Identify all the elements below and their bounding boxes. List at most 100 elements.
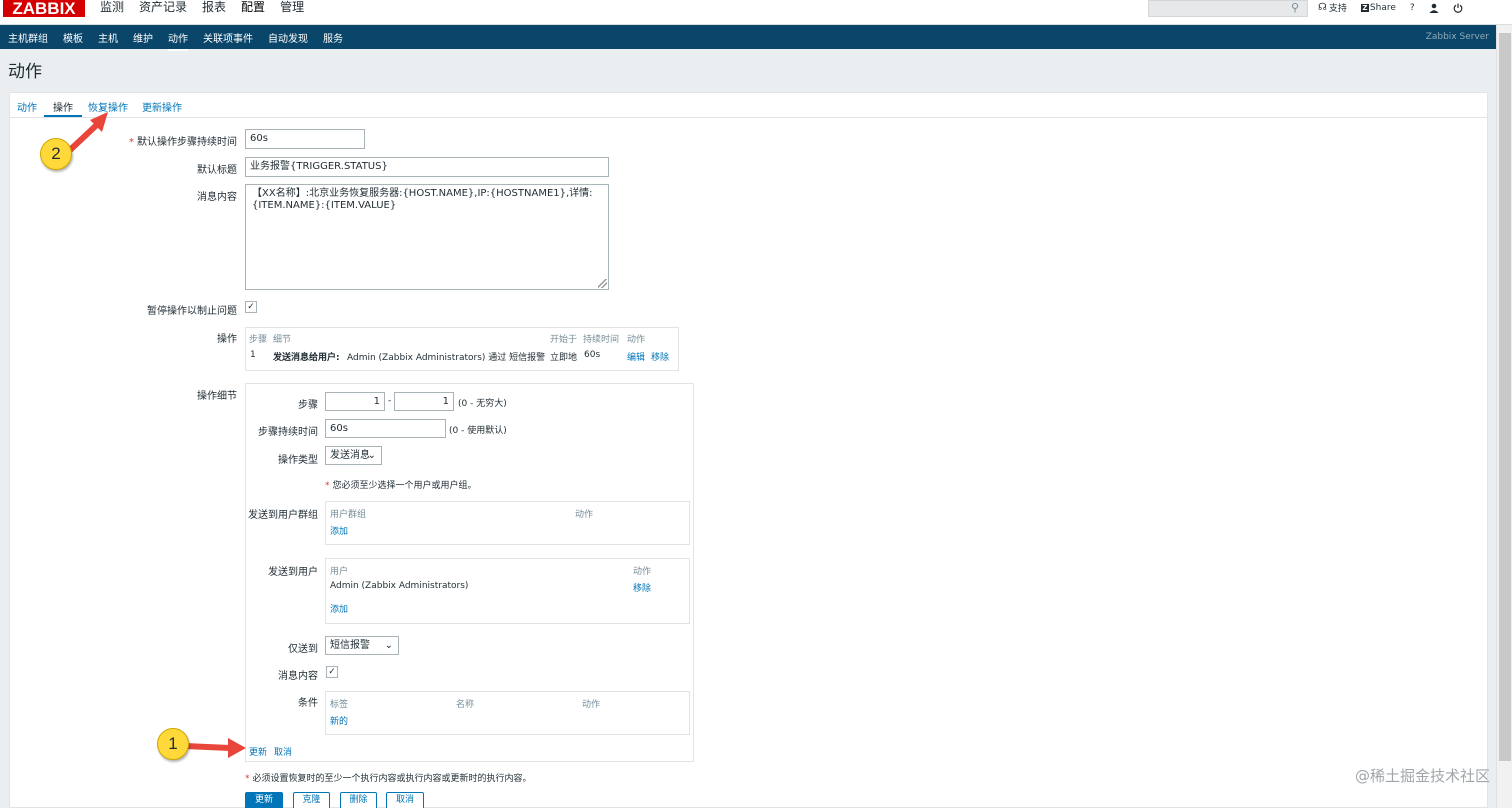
recovery-required-note: * 必须设置恢复时的至少一个执行内容或执行内容或更新时的执行内容。: [245, 774, 532, 784]
default-subject-label: 默认标题: [197, 165, 237, 176]
page-title: 动作: [8, 62, 42, 82]
step-duration-label: 步骤持续时间: [258, 427, 318, 438]
resize-handle-icon[interactable]: [598, 279, 607, 288]
user-groups-header: 用户群组: [330, 510, 367, 520]
subnav-event-correlation[interactable]: 关联项事件: [203, 30, 253, 45]
share-icon: Z: [1360, 3, 1369, 12]
default-step-duration-input[interactable]: 60s: [245, 129, 365, 149]
tab-bar: [9, 92, 1488, 118]
operations-label: 操作: [217, 334, 237, 345]
zabbix-logo[interactable]: ZABBIX: [3, 0, 85, 17]
conditions-header-name: 名称: [456, 700, 475, 710]
menu-monitoring[interactable]: 监测: [100, 0, 124, 14]
operations-header-step: 步骤: [249, 335, 268, 345]
user-icon[interactable]: [1429, 3, 1439, 13]
subnav-hosts[interactable]: 主机: [98, 30, 118, 45]
message-label: 消息内容: [197, 192, 237, 203]
operation-details-label: 操作细节: [197, 391, 237, 402]
subnav-templates[interactable]: 模板: [63, 30, 83, 45]
default-message-checkbox[interactable]: ✓: [326, 666, 338, 678]
details-update-link[interactable]: 更新: [249, 745, 267, 758]
server-name: Zabbix Server: [1425, 32, 1489, 42]
steps-label: 步骤: [298, 400, 318, 411]
users-header: 用户: [330, 567, 349, 577]
cancel-button[interactable]: 取消: [386, 792, 424, 808]
scrollbar-thumb[interactable]: [1499, 33, 1511, 761]
tab-update-operations[interactable]: 更新操作: [142, 99, 182, 114]
annotation-arrow-1: [182, 738, 246, 758]
subnav-host-groups[interactable]: 主机群组: [8, 30, 48, 45]
annotation-marker-1: 1: [157, 728, 189, 760]
delete-button[interactable]: 删除: [340, 792, 377, 808]
search-input[interactable]: ⚲: [1148, 0, 1308, 17]
subnav-discovery[interactable]: 自动发现: [268, 30, 308, 45]
operation-type-select[interactable]: 发送消息 ⌄: [325, 446, 382, 465]
add-user-link[interactable]: 添加: [330, 602, 348, 615]
details-cancel-link[interactable]: 取消: [274, 745, 292, 758]
vertical-scrollbar[interactable]: [1496, 25, 1512, 808]
conditions-header-action: 动作: [582, 700, 601, 710]
user-groups-action-header: 动作: [575, 510, 594, 520]
operation-duration-cell: 60s: [584, 350, 601, 360]
chevron-down-icon: ⌄: [384, 640, 393, 651]
conditions-header-label: 标签: [330, 700, 349, 710]
conditions-table: [325, 691, 690, 735]
operation-start-cell: 立即地: [550, 353, 578, 363]
send-to-groups-label: 发送到用户群组: [248, 510, 318, 521]
pause-operations-checkbox[interactable]: ✓: [245, 301, 257, 313]
operation-step-cell: 1: [250, 350, 256, 360]
help-link[interactable]: ?: [1410, 3, 1415, 13]
share-link[interactable]: Z Share: [1360, 3, 1396, 13]
operation-detail-bold: 发送消息给用户:: [273, 353, 340, 363]
search-icon[interactable]: ⚲: [1291, 1, 1303, 15]
default-step-duration-label: * 默认操作步骤持续时间: [129, 137, 237, 148]
new-condition-link[interactable]: 新的: [330, 714, 348, 727]
step-to-input[interactable]: 1: [394, 392, 454, 411]
send-only-to-label: 仅送到: [288, 644, 318, 655]
operation-edit-link[interactable]: 编辑: [627, 350, 645, 363]
tab-action[interactable]: 动作: [17, 99, 37, 114]
step-duration-input[interactable]: 60s: [325, 419, 446, 438]
top-bar: ZABBIX 监测 资产记录 报表 配置 管理 ⚲ ☊ 支持 Z Share ?: [0, 0, 1512, 25]
default-message-label: 消息内容: [278, 671, 318, 682]
support-link[interactable]: ☊ 支持: [1318, 1, 1347, 14]
subnav-services[interactable]: 服务: [323, 30, 343, 45]
operation-remove-link[interactable]: 移除: [651, 350, 669, 363]
sub-navigation: 主机群组 模板 主机 维护 动作 关联项事件 自动发现 服务 Zabbix Se…: [0, 25, 1496, 51]
operation-type-label: 操作类型: [278, 455, 318, 466]
clone-button[interactable]: 克隆: [293, 792, 330, 808]
user-row-name: Admin (Zabbix Administrators): [330, 581, 469, 591]
watermark: @稀土掘金技术社区: [1354, 767, 1490, 785]
operations-header-details: 细节: [273, 335, 292, 345]
message-textarea[interactable]: 【XX名称】:北京业务恢复服务器:{HOST.NAME},IP:{HOSTNAM…: [245, 184, 609, 290]
operations-header-action: 动作: [627, 335, 646, 345]
operations-header-duration: 持续时间: [583, 335, 620, 345]
step-from-input[interactable]: 1: [325, 392, 385, 411]
step-duration-hint: (0 - 使用默认): [449, 426, 507, 436]
user-remove-link[interactable]: 移除: [633, 581, 651, 594]
conditions-label: 条件: [298, 698, 318, 709]
default-subject-input[interactable]: 业务报警{TRIGGER.STATUS}: [245, 157, 609, 177]
operations-header-start: 开始于: [550, 335, 578, 345]
main-menu: 监测 资产记录 报表 配置 管理: [100, 0, 319, 14]
add-user-group-link[interactable]: 添加: [330, 524, 348, 537]
menu-administration[interactable]: 管理: [280, 0, 304, 14]
menu-reports[interactable]: 报表: [202, 0, 226, 14]
headset-icon: ☊: [1318, 2, 1327, 13]
send-to-users-label: 发送到用户: [268, 567, 318, 578]
users-action-header: 动作: [633, 567, 652, 577]
menu-configuration[interactable]: 配置: [241, 0, 265, 14]
top-icons: ☊ 支持 Z Share ?: [1318, 1, 1477, 14]
subnav-maintenance[interactable]: 维护: [133, 30, 153, 45]
annotation-marker-2: 2: [40, 138, 72, 170]
update-button[interactable]: 更新: [245, 792, 283, 808]
must-select-note: * 您必须至少选择一个用户或用户组。: [325, 481, 477, 491]
pause-operations-label: 暂停操作以制止问题: [147, 306, 237, 317]
step-range-hint: (0 - 无穷大): [458, 399, 507, 409]
subnav-actions[interactable]: 动作: [168, 30, 188, 51]
operation-detail-text: Admin (Zabbix Administrators) 通过 短信报警: [347, 353, 546, 363]
step-range-separator: -: [388, 396, 392, 406]
menu-inventory[interactable]: 资产记录: [139, 0, 187, 14]
send-only-to-select[interactable]: 短信报警 ⌄: [325, 636, 399, 655]
power-icon[interactable]: [1453, 3, 1463, 13]
